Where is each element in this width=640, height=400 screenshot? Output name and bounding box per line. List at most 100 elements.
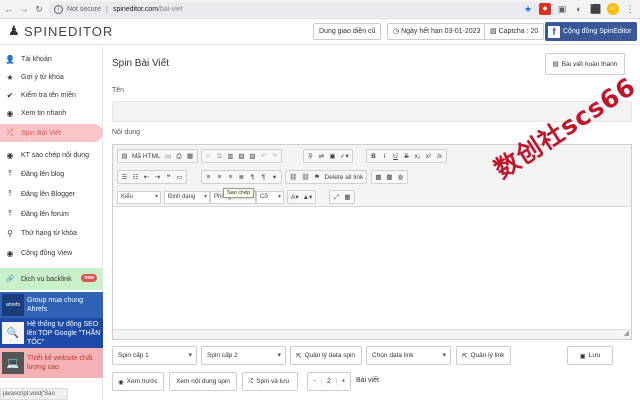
style-select[interactable]: Định dạng [164, 191, 210, 204]
menu-kebab-icon[interactable]: ⋮ [624, 3, 636, 15]
stepper-value[interactable]: 2 [321, 378, 337, 385]
align-right-icon[interactable]: ≡ [226, 172, 235, 183]
address-bar[interactable]: i Not secure | spineditor.com/bai-viet [48, 2, 556, 17]
show-blocks-icon[interactable]: ▦ [343, 192, 352, 203]
unlink-icon[interactable]: ⛓ [300, 172, 310, 183]
logo[interactable]: ♟ SPINEDITOR [8, 23, 113, 39]
cut-icon[interactable]: ✂ [204, 151, 213, 162]
toolbar-group-document: ▤ Mã HTML ▭ ⎙ ▦ [117, 149, 198, 163]
manage-data-spin-button[interactable]: ⇱ Quản lý data spin [290, 346, 362, 365]
delete-all-link-button[interactable]: Delete all link [324, 172, 365, 183]
facebook-community-button[interactable]: f Cộng đồng SpinEditor [545, 22, 637, 41]
info-icon[interactable]: i [54, 5, 63, 14]
bookmark-star-icon[interactable]: ★ [522, 3, 534, 15]
align-left-icon[interactable]: ≡ [204, 172, 213, 183]
stepper-minus-button[interactable]: - [308, 378, 321, 385]
remove-format-icon[interactable]: Ix [435, 151, 444, 162]
sidebar-item-copy-check[interactable]: ◉ KT sao chép nội dung [0, 146, 103, 164]
star-icon: ★ [6, 72, 14, 82]
sidebar-item-keyword-rank[interactable]: ⚲ Thứ hạng từ khóa [0, 224, 103, 242]
copy-icon[interactable]: ⧉ [215, 151, 224, 162]
sidebar-item-spin-article[interactable]: ⤮ Spin Bài Viết [0, 124, 103, 142]
undo-icon[interactable]: ↶ [259, 151, 268, 162]
source-button[interactable]: Mã HTML [131, 151, 162, 162]
align-center-icon[interactable]: ≡ [215, 172, 224, 183]
underline-icon[interactable]: U [391, 151, 400, 162]
promo-label: Group mua chung Ahrefs [27, 297, 84, 313]
sidebar-item-post-blogger[interactable]: ⤒ Đăng lên Blogger [0, 185, 103, 203]
manage-link-button[interactable]: ⇱ Quản lý link [456, 346, 511, 365]
sidebar-item-quick-news[interactable]: ◉ Xem tin nhanh [0, 104, 103, 122]
source-icon[interactable]: ▤ [120, 151, 129, 162]
url-path: /bai-viet [158, 6, 183, 13]
language-icon[interactable]: ▾ [270, 172, 279, 183]
subscript-icon[interactable]: x₂ [413, 151, 422, 162]
maximize-icon[interactable]: ⤢ [332, 192, 341, 203]
anchor-icon[interactable]: ⚑ [313, 172, 322, 183]
promo-seo-system[interactable]: 🔍 Hệ thống tự động SEO lên TOP Google "T… [0, 318, 103, 348]
template-icon[interactable]: ▦ [186, 151, 195, 162]
div-icon[interactable]: ▭ [175, 172, 184, 183]
table-icon[interactable]: ▦ [385, 172, 394, 183]
spin-level-2-select[interactable]: Spin cấp 2 [201, 346, 286, 365]
extension-icon[interactable]: ◐ [573, 3, 585, 15]
main-content: Spin Bài Viết ▤ Bài viết hoàn thành Tên … [104, 46, 640, 400]
sidebar-item-post-blog[interactable]: ⤒ Đăng lên blog [0, 165, 103, 183]
profile-avatar-icon[interactable]: ☺ [607, 3, 619, 15]
promo-ahrefs[interactable]: ahrefs Group mua chung Ahrefs [0, 292, 103, 318]
view-spin-content-button[interactable]: Xem nội dung spin [169, 372, 237, 391]
stepper-plus-button[interactable]: + [337, 378, 350, 385]
outdent-icon[interactable]: ⇤ [142, 172, 151, 183]
preview-button[interactable]: ◉ Xem trước [112, 372, 164, 391]
spellcheck-icon[interactable]: ✓▾ [339, 151, 350, 162]
globe-icon[interactable]: ◍ [396, 172, 405, 183]
sidebar-item-backlink[interactable]: 🔗 Dịch vụ backlink new [0, 268, 103, 290]
superscript-icon[interactable]: x² [424, 151, 433, 162]
reload-icon[interactable]: ↻ [33, 3, 45, 15]
paste-word-icon[interactable]: ▨ [248, 151, 257, 162]
paste-text-icon[interactable]: ▧ [237, 151, 246, 162]
finished-articles-button[interactable]: ▤ Bài viết hoàn thành [545, 53, 625, 75]
sidebar-item-post-forum[interactable]: ⤒ Đăng lên forum [0, 205, 103, 223]
strike-icon[interactable]: S [402, 151, 411, 162]
old-ui-button[interactable]: Dung giao diện cũ [313, 23, 382, 40]
bg-color-icon[interactable]: ▲▾ [302, 192, 314, 203]
indent-icon[interactable]: ⇥ [153, 172, 162, 183]
text-color-icon[interactable]: A▾ [290, 192, 300, 203]
find-icon[interactable]: ⚲ [306, 151, 315, 162]
sidebar-item-community-view[interactable]: ◉ Cộng đồng View [0, 244, 103, 262]
bullet-list-icon[interactable]: ☷ [131, 172, 140, 183]
spin-and-save-button[interactable]: ⤮ Spin và lưu [242, 372, 298, 391]
rich-text-editor[interactable]: ▤ Mã HTML ▭ ⎙ ▦ ✂ ⧉ ▥ ▧ ▨ ↶ ↷ ⚲ ⇄ ▣ ✓▾ B… [112, 144, 632, 340]
extension-icon[interactable]: ▣ [556, 3, 568, 15]
extension-icon[interactable]: ⬛ [590, 3, 602, 15]
print-icon[interactable]: ⎙ [175, 151, 184, 162]
sidebar-item-account[interactable]: 👤 Tài khoản [0, 50, 103, 68]
sidebar-item-domain-check[interactable]: ✔ Kiểm tra tên miền [0, 86, 103, 104]
bold-icon[interactable]: B [369, 151, 378, 162]
new-page-icon[interactable]: ▭ [164, 151, 173, 162]
spin-level-1-select[interactable]: Spin cấp 1 [112, 346, 197, 365]
extension-icon[interactable]: ◆ [539, 3, 551, 15]
select-all-icon[interactable]: ▣ [328, 151, 337, 162]
numbered-list-icon[interactable]: ☰ [120, 172, 129, 183]
resize-handle-icon[interactable]: ◢ [624, 329, 629, 337]
promo-web-design[interactable]: 💻 Thiết kế website chất lượng cao [0, 348, 103, 378]
size-select[interactable]: Cỡ [256, 191, 284, 204]
back-icon[interactable]: ← [3, 3, 15, 15]
blockquote-icon[interactable]: ❝ [164, 172, 173, 183]
paste-icon[interactable]: ▥ [226, 151, 235, 162]
sidebar-item-keyword-suggest[interactable]: ★ Gợi ý từ khóa [0, 68, 103, 86]
italic-icon[interactable]: I [380, 151, 389, 162]
save-button[interactable]: ▣ Lưu [567, 346, 613, 365]
format-select[interactable]: Kiểu [117, 191, 161, 204]
justify-icon[interactable]: ≣ [237, 172, 246, 183]
image-icon[interactable]: ▩ [374, 172, 383, 183]
link-icon[interactable]: ⛓ [288, 172, 298, 183]
replace-icon[interactable]: ⇄ [317, 151, 326, 162]
data-link-select[interactable]: Chọn data link [366, 346, 451, 365]
redo-icon[interactable]: ↷ [270, 151, 279, 162]
ltr-icon[interactable]: ¶ [248, 172, 257, 183]
rtl-icon[interactable]: ¶ [259, 172, 268, 183]
forward-icon[interactable]: → [18, 3, 30, 15]
